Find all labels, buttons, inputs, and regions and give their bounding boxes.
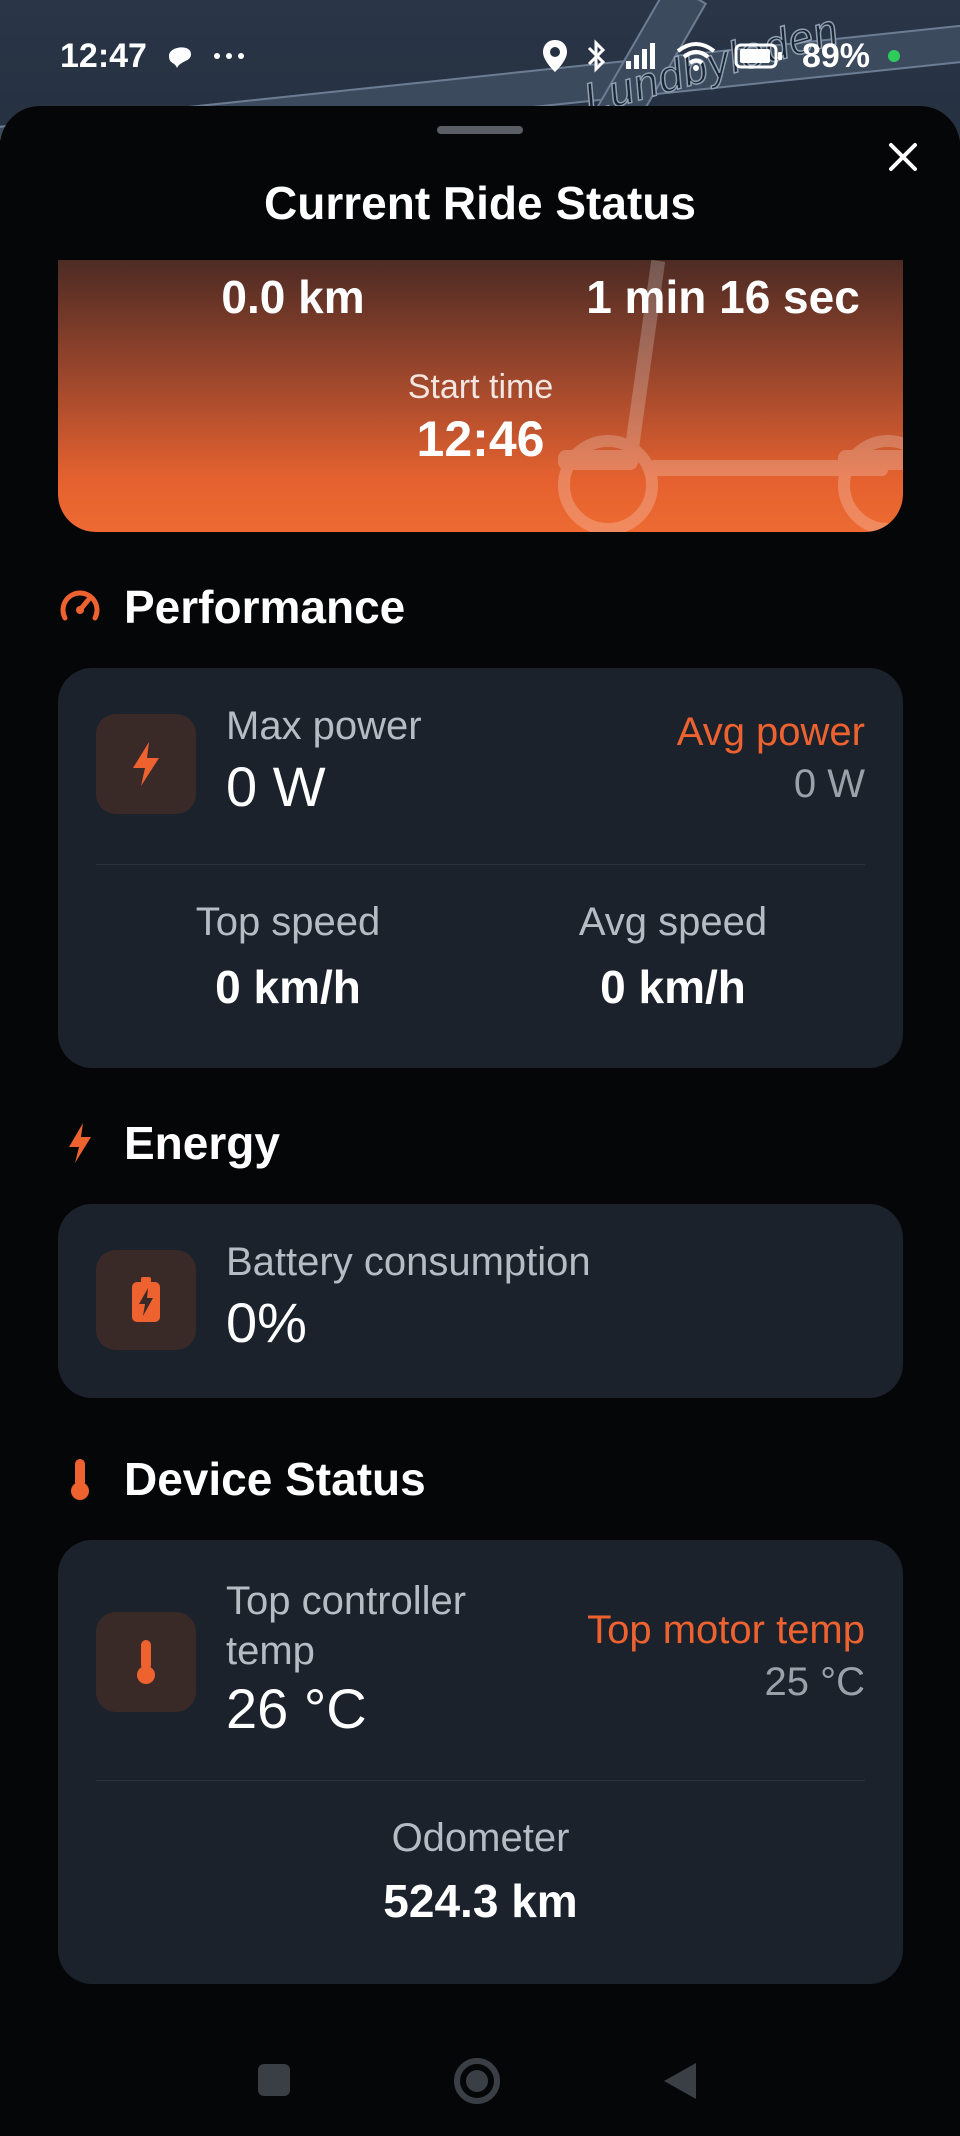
status-time: 12:47: [60, 36, 147, 75]
thermometer-icon: [58, 1457, 102, 1501]
temperature-icon-tile: [96, 1612, 196, 1712]
ride-duration: 1 min 16 sec: [586, 271, 860, 323]
battery-icon-tile: [96, 1250, 196, 1350]
ride-status-sheet: Current Ride Status 0.0 km 1 min 16 sec …: [0, 106, 960, 2136]
start-time-value: 12:46: [416, 411, 545, 467]
controller-temp-label-line2: temp: [226, 1629, 315, 1673]
controller-temp-value: 26 °C: [226, 1677, 367, 1740]
location-icon: [542, 39, 568, 73]
motor-temp-value: 25 °C: [764, 1660, 866, 1704]
square-icon: [258, 2064, 290, 2096]
energy-title: Energy: [124, 1117, 280, 1169]
odometer-label: Odometer: [391, 1816, 570, 1860]
device-status-title: Device Status: [124, 1453, 426, 1505]
ride-summary-banner: 0.0 km 1 min 16 sec Start time 12:46: [58, 260, 903, 532]
bluetooth-icon: [586, 39, 606, 73]
lightning-icon: [58, 1121, 102, 1165]
card-divider: [96, 1780, 865, 1781]
battery-charging-icon: [132, 1277, 160, 1322]
device-status-card: Top controller temp 26 °C Top motor temp…: [58, 1540, 903, 1984]
avg-speed-label: Avg speed: [578, 900, 768, 944]
controller-temp-label-line1: Top controller: [226, 1579, 467, 1623]
performance-header: Performance: [58, 580, 405, 634]
battery-icon: [734, 42, 784, 70]
max-power-value: 0 W: [226, 755, 326, 818]
sheet-drag-handle[interactable]: [437, 126, 523, 134]
performance-title: Performance: [124, 581, 406, 633]
lightning-icon: [133, 742, 159, 786]
power-icon-tile: [96, 714, 196, 814]
signal-icon: [624, 41, 658, 71]
speedometer-icon: [58, 585, 102, 629]
card-divider: [96, 864, 865, 865]
energy-header: Energy: [58, 1116, 280, 1170]
max-power-label: Max power: [226, 704, 422, 748]
circle-icon: [454, 2058, 500, 2104]
thermometer-icon: [137, 1640, 155, 1684]
battery-consumption-value: 0%: [226, 1291, 307, 1354]
back-triangle-icon: [664, 2063, 696, 2099]
avg-speed-value: 0 km/h: [600, 961, 746, 1013]
avg-power-value: 0 W: [793, 762, 865, 806]
motor-temp-label: Top motor temp: [587, 1608, 865, 1652]
wifi-icon: [676, 41, 716, 71]
more-dots-icon: [213, 51, 245, 61]
notification-blob-icon: [165, 42, 195, 70]
privacy-indicator-dot: [888, 50, 900, 62]
home-button[interactable]: [452, 2056, 502, 2106]
start-time-label: Start time: [407, 368, 554, 406]
battery-consumption-label: Battery consumption: [226, 1240, 591, 1284]
ride-distance: 0.0 km: [221, 271, 365, 323]
sheet-title: Current Ride Status: [264, 177, 696, 229]
odometer-value: 524.3 km: [383, 1875, 578, 1927]
recents-button[interactable]: [254, 2060, 294, 2100]
device-status-header: Device Status: [58, 1452, 426, 1506]
performance-card: Max power 0 W Avg power 0 W Top speed 0 …: [58, 668, 903, 1068]
close-icon: [889, 143, 917, 171]
energy-card: Battery consumption 0%: [58, 1204, 903, 1398]
battery-percent: 89%: [801, 36, 870, 75]
status-bar: 12:47 89%: [0, 0, 960, 112]
back-button[interactable]: [660, 2060, 700, 2102]
system-nav-bar: [0, 2030, 960, 2130]
close-button[interactable]: [878, 132, 928, 182]
controller-temp-label: Top controller temp: [226, 1576, 466, 1676]
avg-power-label: Avg power: [676, 710, 865, 754]
